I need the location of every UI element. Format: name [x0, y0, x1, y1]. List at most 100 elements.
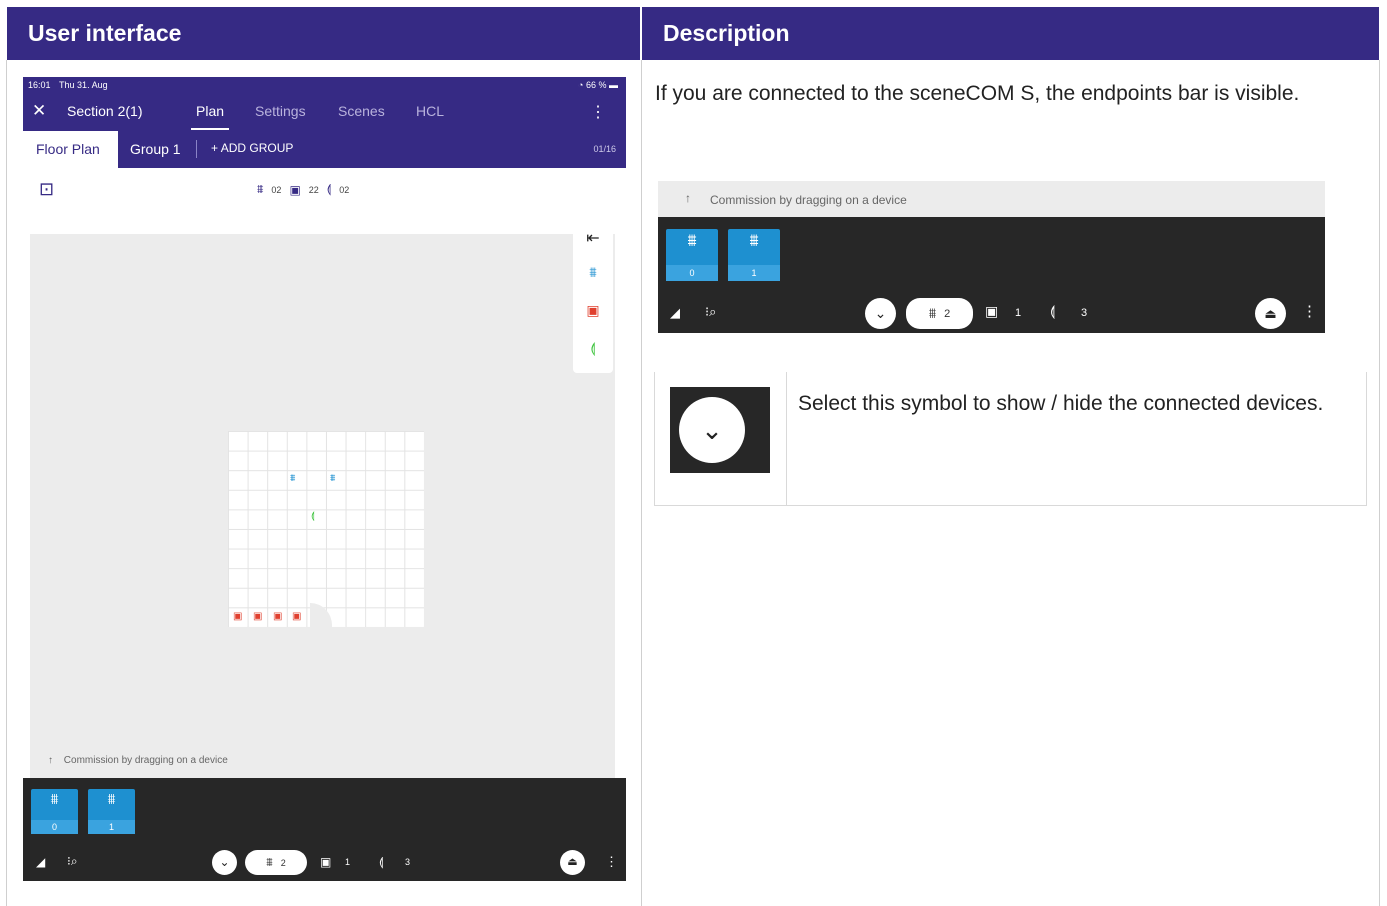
app-bar: ✕ Section 2(1) Plan Settings Scenes HCL … — [23, 93, 626, 131]
device-counts: ⩩ 02 ▣ 22 ⟬ 02 — [257, 182, 349, 197]
arrow-up-icon: ↑ — [685, 191, 691, 205]
commission-hint: ↑ Commission by dragging on a device — [658, 181, 1325, 217]
status-time: 16:01 — [28, 80, 51, 90]
symbol-table-divider — [786, 372, 787, 505]
tab-settings[interactable]: Settings — [255, 103, 306, 119]
status-date: Thu 31. Aug — [59, 80, 108, 90]
sensor-count: 1 — [345, 857, 351, 867]
sensor-icon[interactable]: ▣ — [320, 855, 331, 869]
chevron-down-icon: ⌄ — [679, 397, 745, 463]
more-menu-icon[interactable]: ⋮ — [590, 102, 606, 122]
placed-luminaire-icon[interactable]: ⩩ — [330, 473, 335, 484]
eject-icon[interactable]: ⏏ — [1255, 298, 1286, 329]
group-divider — [196, 140, 197, 158]
wifi-icon: ◔ — [578, 80, 584, 90]
placed-sensor-icon[interactable]: ▣ — [233, 611, 242, 622]
endpoint-tile[interactable]: ⩩ 1 — [88, 789, 135, 834]
endpoints-bar-detail: ↑ Commission by dragging on a device ⩩ 0… — [658, 181, 1325, 333]
close-icon[interactable]: ✕ — [32, 101, 46, 121]
column-header-description: Description — [642, 7, 1379, 60]
commission-hint-text: Commission by dragging on a device — [63, 755, 228, 766]
symbol-table: ⌄ Select this symbol to show / hide the … — [654, 372, 1367, 506]
tab-plan[interactable]: Plan — [196, 103, 224, 119]
commission-hint-text: Commission by dragging on a device — [710, 193, 907, 207]
sensor-icon[interactable]: ▣ — [985, 303, 998, 320]
luminaire-icon: ⩩ — [687, 231, 697, 250]
collapse-panel-icon[interactable]: ⇤ — [573, 228, 613, 248]
add-group-button[interactable]: + ADD GROUP — [211, 141, 293, 155]
table-border-left — [6, 60, 7, 906]
signal-icon[interactable]: ◢ — [36, 855, 45, 869]
search-devices-icon[interactable]: ⁝⌕ — [705, 304, 716, 320]
arrow-up-icon: ↑ — [48, 755, 56, 766]
endpoint-tile[interactable]: ⩩ 1 — [728, 229, 780, 281]
table-border-middle — [641, 60, 642, 906]
placed-switch-icon[interactable]: ⟬ — [311, 511, 315, 522]
sensor-count: 1 — [1015, 307, 1022, 319]
luminaire-icon: ⩩ — [749, 231, 759, 250]
battery-status: ◔ 66 % ▬ — [578, 77, 618, 93]
luminaire-palette-icon[interactable]: ⩩ — [573, 264, 613, 281]
grid-notch — [310, 603, 332, 627]
description-text: If you are connected to the sceneCOM S, … — [655, 82, 1300, 105]
tab-scenes[interactable]: Scenes — [338, 103, 385, 119]
switch-icon[interactable]: ⟬ — [1050, 303, 1055, 320]
more-menu-icon[interactable]: ⋮ — [605, 854, 618, 870]
add-group-label: ADD GROUP — [220, 141, 294, 155]
placed-sensor-icon[interactable]: ▣ — [273, 611, 282, 622]
device-palette: ⇤ ⩩ ▣ ⟬ — [573, 228, 613, 373]
search-devices-icon[interactable]: ⁝⌕ — [67, 854, 78, 869]
battery-icon: ▬ — [609, 80, 618, 90]
switch-icon[interactable]: ⟬ — [379, 855, 383, 870]
tool-row: ⊡ ⩩ 02 ▣ 22 ⟬ 02 — [23, 168, 626, 212]
luminaire-icon: ⩩ — [107, 791, 116, 808]
tab-group-1[interactable]: Group 1 — [130, 141, 181, 157]
endpoint-tile-number: 1 — [88, 820, 135, 834]
status-bar: 16:01 Thu 31. Aug ◔ 66 % ▬ — [23, 77, 626, 93]
plus-icon: + — [211, 141, 221, 155]
luminaire-count-pill[interactable]: ⩩ 2 — [906, 298, 973, 329]
tab-hcl[interactable]: HCL — [416, 103, 444, 119]
luminaire-count: 2 — [944, 307, 951, 320]
placed-luminaire-icon[interactable]: ⩩ — [290, 473, 295, 484]
tablet-screenshot: 16:01 Thu 31. Aug ◔ 66 % ▬ ✕ Section 2(1… — [23, 77, 626, 881]
luminaire-count-pill[interactable]: ⩩ 2 — [245, 850, 307, 875]
endpoint-tile-number: 0 — [666, 265, 718, 281]
group-bar: Floor Plan Group 1 + ADD GROUP 01/16 — [23, 131, 626, 168]
endpoint-tile-number: 1 — [728, 265, 780, 281]
endpoint-tile-number: 0 — [31, 820, 78, 834]
endpoint-tile[interactable]: ⩩ 0 — [31, 789, 78, 834]
more-menu-icon[interactable]: ⋮ — [1302, 302, 1317, 320]
endpoints-bar: ⩩ 0 ⩩ 1 ◢ ⁝⌕ ⌄ ⩩ 2 ▣ 1 ⟬ 3 ⏏ ⋮ — [23, 778, 626, 881]
column-header-user-interface: User interface — [7, 7, 640, 60]
luminaire-count: 2 — [280, 857, 286, 868]
luminaire-icon: ⩩ — [928, 305, 937, 321]
chevron-down-icon[interactable]: ⌄ — [212, 850, 237, 875]
endpoint-tile[interactable]: ⩩ 0 — [666, 229, 718, 281]
switch-count: 02 — [339, 184, 350, 195]
switch-count: 3 — [1081, 307, 1088, 319]
edit-plan-icon[interactable]: ⊡ — [39, 179, 54, 200]
luminaire-icon: ⩩ — [257, 182, 264, 196]
symbol-image: ⌄ — [670, 387, 770, 473]
tab-floor-plan[interactable]: Floor Plan — [23, 131, 118, 168]
sensor-count: 22 — [308, 184, 319, 195]
placed-sensor-icon[interactable]: ▣ — [292, 611, 301, 622]
luminaire-icon: ⩩ — [50, 791, 59, 808]
luminaire-count: 02 — [271, 184, 282, 195]
signal-icon[interactable]: ◢ — [670, 305, 680, 321]
eject-icon[interactable]: ⏏ — [560, 850, 585, 875]
placed-sensor-icon[interactable]: ▣ — [253, 611, 262, 622]
switch-icon: ⟬ — [326, 182, 332, 196]
sensor-icon: ▣ — [289, 182, 301, 197]
table-border-right — [1379, 60, 1380, 906]
sensor-palette-icon[interactable]: ▣ — [573, 302, 613, 319]
chevron-down-icon[interactable]: ⌄ — [865, 298, 896, 329]
section-title: Section 2(1) — [67, 103, 143, 119]
active-tab-indicator — [191, 128, 229, 130]
floor-plan-grid[interactable]: ⩩ ⩩ ⟬ ▣ ▣ ▣ ▣ — [228, 431, 424, 627]
switch-palette-icon[interactable]: ⟬ — [573, 340, 613, 357]
commission-hint: ↑ Commission by dragging on a device — [48, 755, 228, 766]
battery-level: 66 % — [585, 80, 607, 90]
switch-count: 3 — [405, 857, 411, 867]
